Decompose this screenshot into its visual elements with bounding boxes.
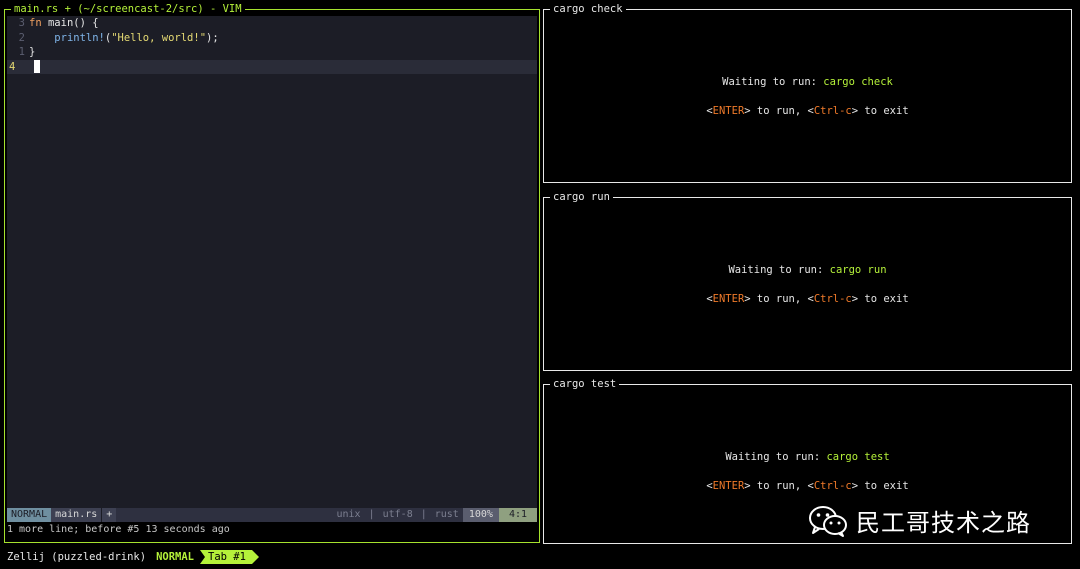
wechat-icon xyxy=(809,505,847,537)
line-number-current: 4 xyxy=(9,60,16,73)
status-modified-flag: + xyxy=(101,508,117,522)
status-fileformat: unix xyxy=(336,509,361,520)
code-line-current: 4 xyxy=(7,59,537,74)
pane-title: cargo test xyxy=(550,378,620,391)
code-text: main() { xyxy=(41,17,99,29)
hint-text: > to run, xyxy=(744,480,808,492)
zellij-mode-indicator: NORMAL xyxy=(156,551,195,563)
status-filename: main.rs xyxy=(51,508,102,522)
vim-pane[interactable]: main.rs + (~/screencast-2/src) - VIM 3 f… xyxy=(4,3,540,543)
code-line: 1 } xyxy=(7,45,537,60)
ctrl-c-key-label: Ctrl-c xyxy=(813,105,852,117)
status-encoding: utf-8 xyxy=(382,509,413,520)
line-number: 1 xyxy=(18,46,25,58)
pane-title: cargo check xyxy=(550,3,626,16)
code-line: 3 fn main() { xyxy=(7,16,537,31)
line-number: 2 xyxy=(18,31,25,44)
vim-command-line[interactable]: 1 more line; before #5 13 seconds ago xyxy=(7,523,537,537)
hint-text: > to exit xyxy=(851,480,909,492)
hint-text: > to run, xyxy=(744,105,808,117)
waiting-message: Waiting to run: cargo test xyxy=(544,451,1071,463)
tab-1[interactable]: Tab #1 xyxy=(200,550,259,564)
macro-call: println! xyxy=(54,31,105,44)
code-line: 2 println!("Hello, world!"); xyxy=(7,31,537,46)
status-filetype: rust xyxy=(434,509,459,520)
zellij-status-bar: Zellij (puzzled-drink) NORMAL Tab #1 xyxy=(0,549,1080,565)
vim-statusline: NORMAL main.rs + unix | utf-8 | rust 100… xyxy=(7,508,537,522)
watermark-text: 民工哥技术之路 xyxy=(856,509,1031,537)
watermark: 民工哥技术之路 xyxy=(808,503,1031,538)
vim-mode-indicator: NORMAL xyxy=(7,508,52,522)
ctrl-c-key-label: Ctrl-c xyxy=(813,480,852,492)
string-literal: "Hello, world!" xyxy=(111,31,207,44)
command-name: cargo run xyxy=(829,264,887,276)
text-cursor xyxy=(34,59,40,73)
cargo-check-pane[interactable]: cargo check Waiting to run: cargo check … xyxy=(543,3,1072,183)
enter-key-label: ENTER xyxy=(712,293,745,305)
command-name: cargo test xyxy=(826,451,890,463)
waiting-message: Waiting to run: cargo run xyxy=(544,264,1071,276)
hint-text: > to run, xyxy=(744,293,808,305)
vim-pane-title: main.rs + (~/screencast-2/src) - VIM xyxy=(11,3,245,16)
hint-text: > to exit xyxy=(851,293,909,305)
waiting-message: Waiting to run: cargo check xyxy=(544,76,1071,88)
waiting-label: Waiting to run: xyxy=(728,264,830,276)
status-cursor-position: 4:1 xyxy=(498,508,537,522)
paren-close: ); xyxy=(206,31,219,44)
editor-buffer[interactable]: 3 fn main() { 2 println!("Hello, world!"… xyxy=(7,16,537,516)
enter-key-label: ENTER xyxy=(712,480,745,492)
key-hint: <ENTER> to run, <Ctrl-c> to exit xyxy=(544,105,1071,117)
cargo-run-pane[interactable]: cargo run Waiting to run: cargo run <ENT… xyxy=(543,191,1072,371)
code-text: } xyxy=(29,46,36,58)
key-hint: <ENTER> to run, <Ctrl-c> to exit xyxy=(544,293,1071,305)
enter-key-label: ENTER xyxy=(712,105,745,117)
pane-title: cargo run xyxy=(550,191,613,204)
line-number: 3 xyxy=(18,17,25,29)
keyword: fn xyxy=(29,17,42,29)
waiting-label: Waiting to run: xyxy=(725,451,827,463)
status-percent: 100% xyxy=(462,508,499,522)
command-name: cargo check xyxy=(823,76,893,88)
ctrl-c-key-label: Ctrl-c xyxy=(813,293,852,305)
waiting-label: Waiting to run: xyxy=(722,76,824,88)
hint-text: > to exit xyxy=(851,105,909,117)
session-name: Zellij (puzzled-drink) xyxy=(7,551,147,563)
key-hint: <ENTER> to run, <Ctrl-c> to exit xyxy=(544,480,1071,492)
